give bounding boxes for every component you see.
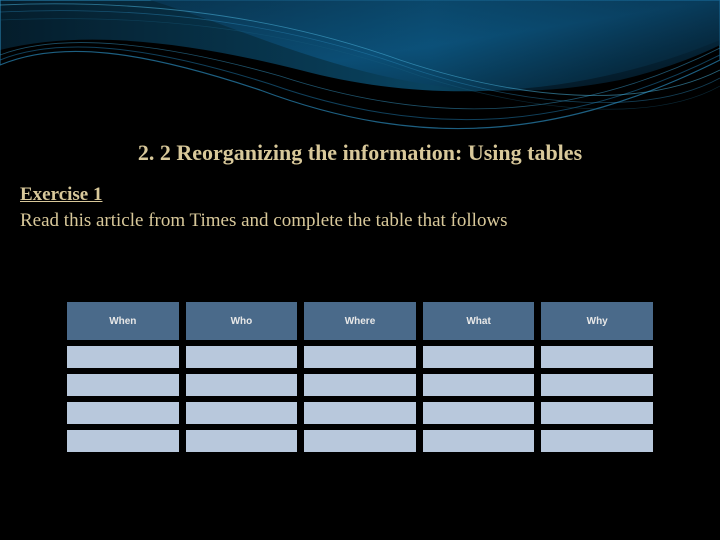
table-row [67,430,653,452]
col-why: Why [541,302,653,340]
content-area: 2. 2 Reorganizing the information: Using… [0,140,720,272]
cell[interactable] [186,402,298,424]
cell[interactable] [67,346,179,368]
col-who: Who [186,302,298,340]
cell[interactable] [186,374,298,396]
col-where: Where [304,302,416,340]
cell[interactable] [423,402,535,424]
cell[interactable] [304,430,416,452]
instruction-text: Read this article from Times and complet… [20,210,700,232]
cell[interactable] [541,374,653,396]
table-row [67,402,653,424]
cell[interactable] [304,346,416,368]
exercise-label: Exercise 1 [20,184,700,206]
table-row [67,346,653,368]
table-header-row: When Who Where What Why [67,302,653,340]
cell[interactable] [67,374,179,396]
cell[interactable] [541,346,653,368]
cell[interactable] [67,402,179,424]
table-row [67,374,653,396]
cell[interactable] [304,374,416,396]
cell[interactable] [541,430,653,452]
cell[interactable] [186,346,298,368]
slide: 2. 2 Reorganizing the information: Using… [0,0,720,540]
cell[interactable] [186,430,298,452]
cell[interactable] [67,430,179,452]
cell[interactable] [423,374,535,396]
cell[interactable] [304,402,416,424]
cell[interactable] [423,346,535,368]
cell[interactable] [423,430,535,452]
cell[interactable] [541,402,653,424]
exercise-table: When Who Where What Why [60,296,660,458]
col-when: When [67,302,179,340]
section-title: 2. 2 Reorganizing the information: Using… [20,140,700,166]
col-what: What [423,302,535,340]
